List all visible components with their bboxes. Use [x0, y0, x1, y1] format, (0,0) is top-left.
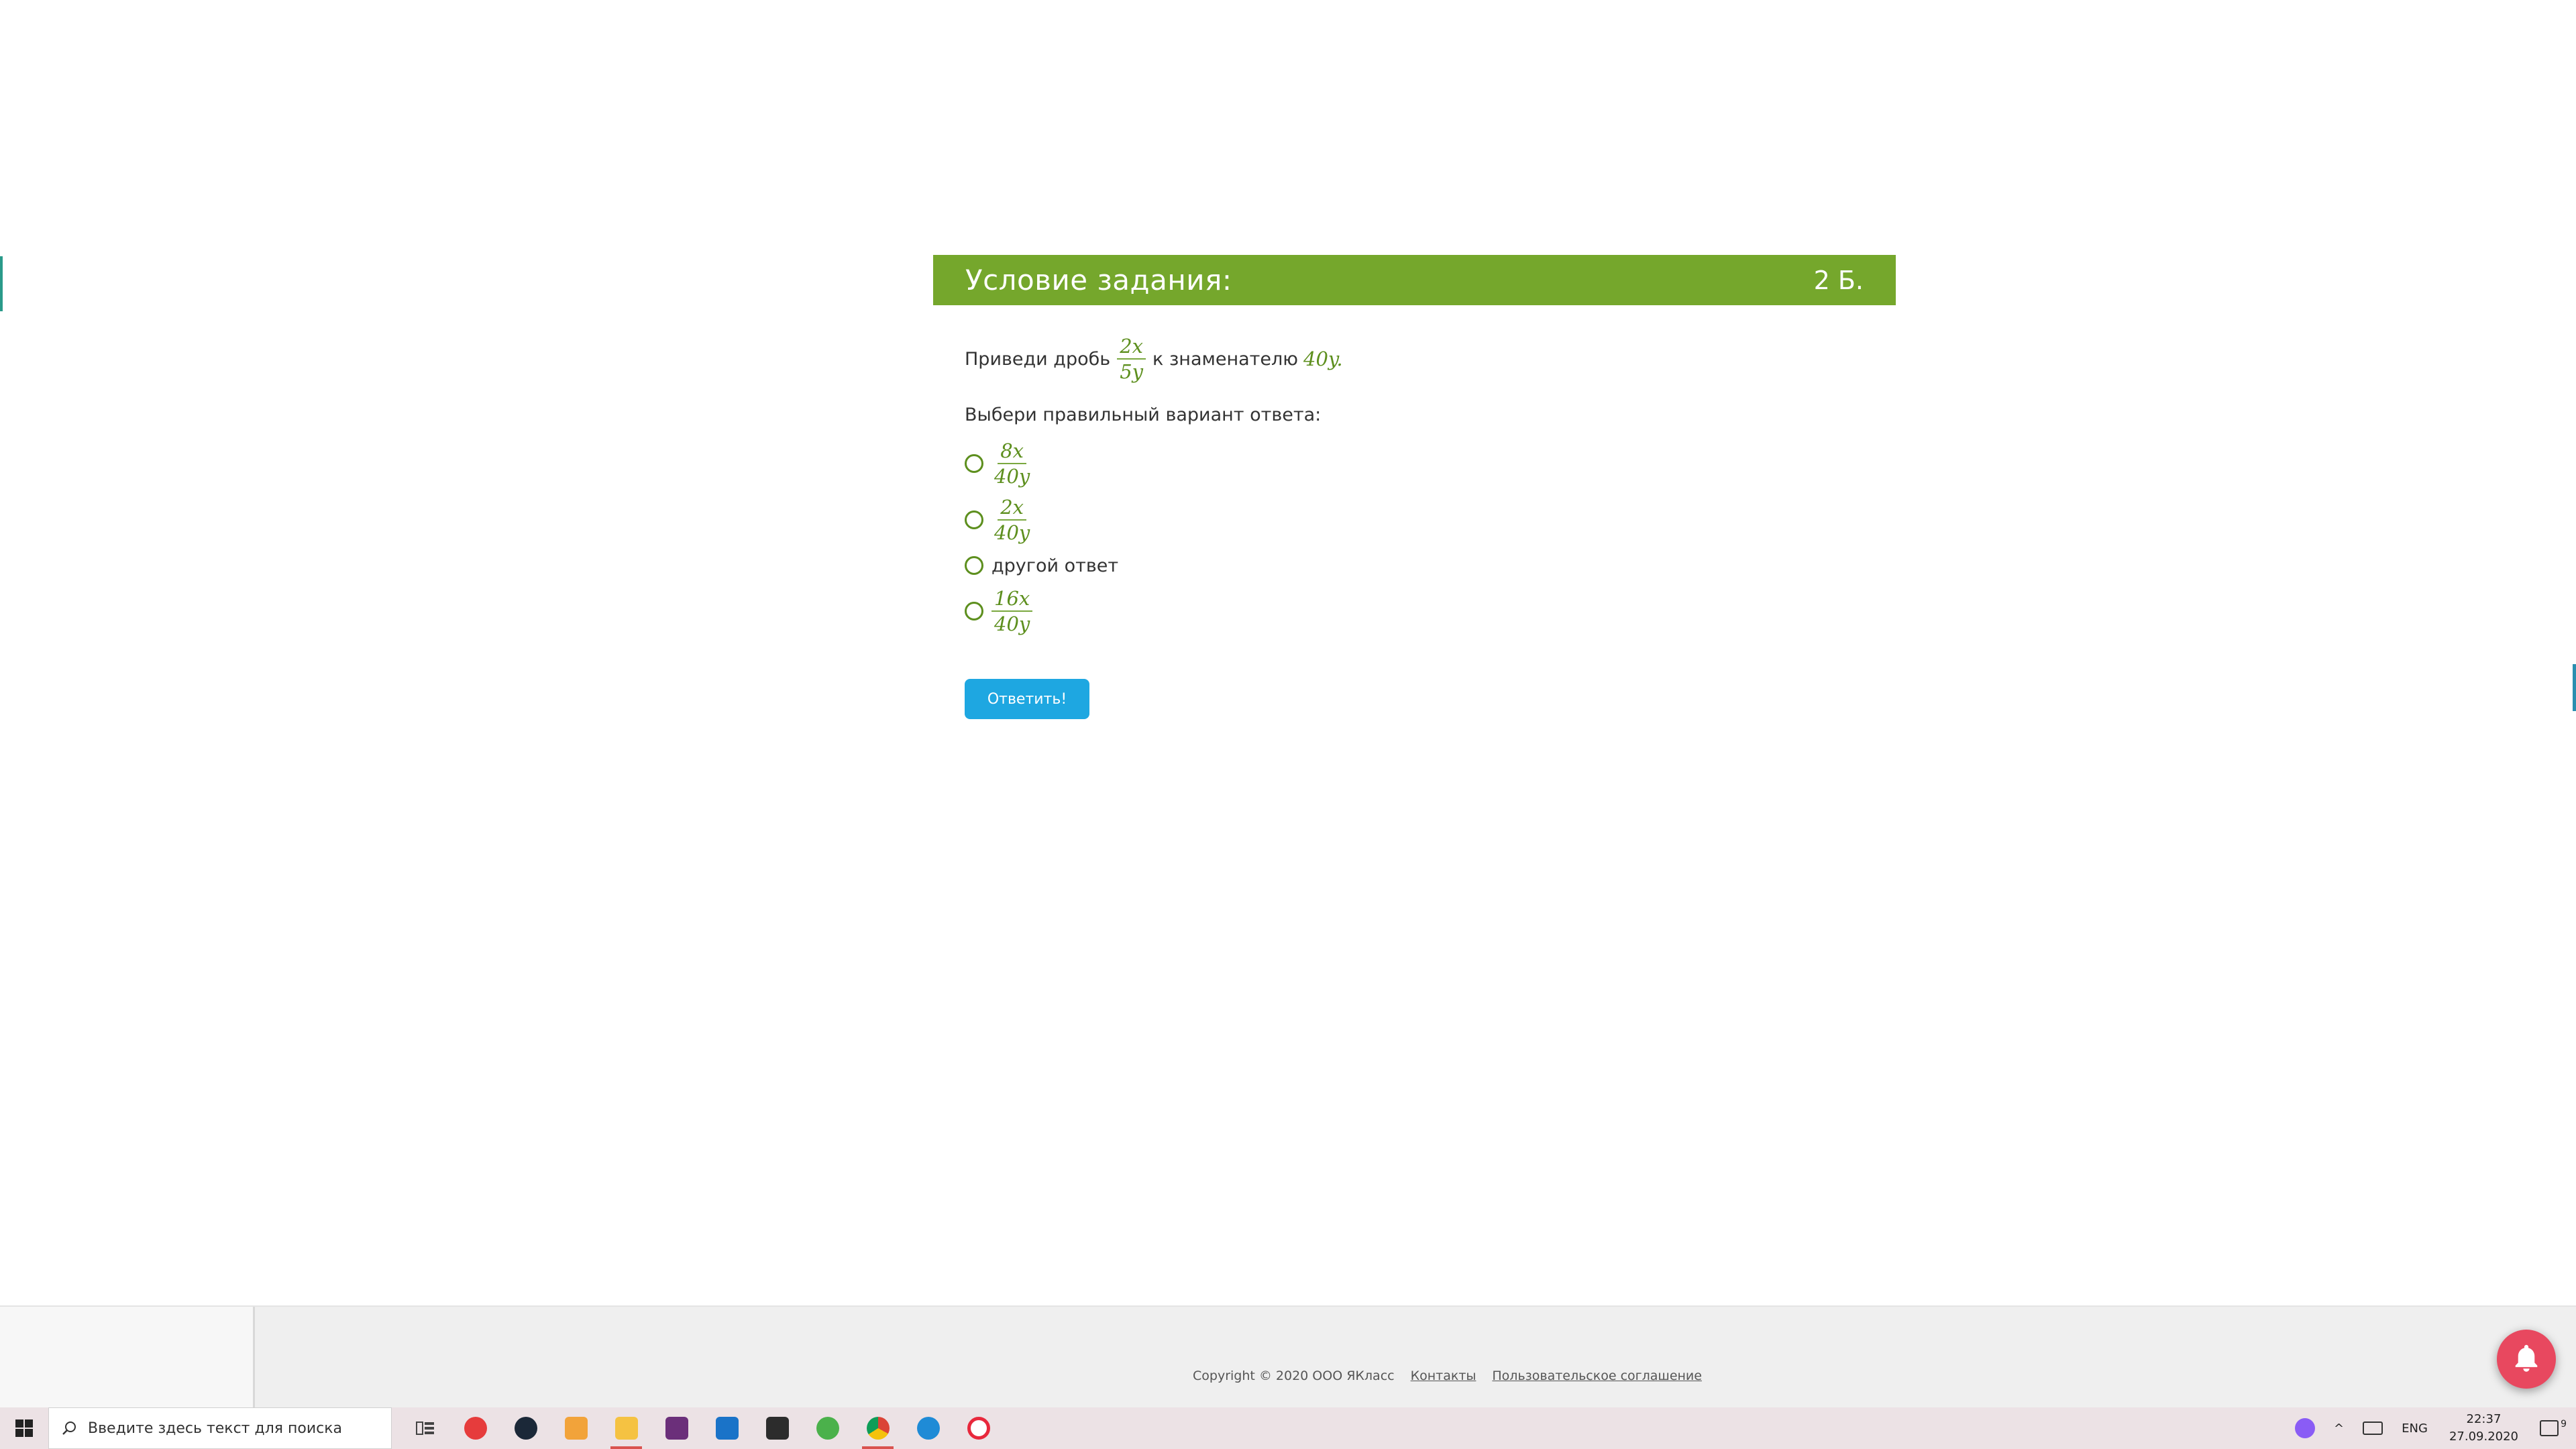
- system-tray: ^ ENG 22:37 27.09.2020 9: [2286, 1407, 2576, 1449]
- radio-button[interactable]: [965, 556, 983, 575]
- bell-icon: [2515, 1344, 2538, 1372]
- fraction-numerator: 2x: [1117, 335, 1146, 360]
- option-label: другой ответ: [991, 555, 1119, 576]
- alice-assistant-icon[interactable]: [2286, 1418, 2324, 1438]
- winrar-icon[interactable]: [651, 1407, 702, 1449]
- question-fraction: 2x 5y: [1117, 335, 1146, 383]
- windows-taskbar: Введите здесь текст для поиска ^ ENG 22:…: [0, 1407, 2576, 1449]
- option-denominator: 40y: [994, 612, 1030, 635]
- utorrent-icon[interactable]: [802, 1407, 853, 1449]
- taskbar-pinned-apps: [400, 1407, 1004, 1449]
- question-text: Приведи дробь 2x 5y к знаменателю 40y.: [965, 332, 1890, 386]
- answer-option-1[interactable]: 8x 40y: [965, 435, 1890, 492]
- clock-time: 22:37: [2466, 1412, 2502, 1426]
- task-view-icon[interactable]: [400, 1407, 450, 1449]
- answer-option-4[interactable]: 16x 40y: [965, 583, 1890, 639]
- target-denominator: 40y.: [1303, 347, 1343, 370]
- submit-answer-button[interactable]: Ответить!: [965, 679, 1089, 719]
- contacts-link[interactable]: Контакты: [1411, 1368, 1477, 1383]
- task-header: Условие задания: 2 Б.: [933, 255, 1896, 305]
- search-placeholder: Введите здесь текст для поиска: [88, 1419, 342, 1437]
- answer-option-2[interactable]: 2x 40y: [965, 492, 1890, 548]
- radio-button[interactable]: [965, 454, 983, 473]
- answer-prompt: Выбери правильный вариант ответа:: [965, 405, 1322, 425]
- option-fraction: 8x 40y: [991, 440, 1032, 488]
- input-language[interactable]: ENG: [2392, 1421, 2437, 1436]
- opera-icon[interactable]: [953, 1407, 1004, 1449]
- notifications-bell-button[interactable]: [2497, 1330, 2556, 1389]
- left-edge-accent: [0, 256, 3, 311]
- answer-option-3[interactable]: другой ответ: [965, 548, 1890, 583]
- copyright-text: Copyright © 2020 ООО ЯКласс: [1193, 1368, 1395, 1383]
- edge-icon[interactable]: [903, 1407, 953, 1449]
- question-prefix: Приведи дробь: [965, 348, 1111, 370]
- option-numerator: 16x: [991, 588, 1033, 612]
- notification-count: 9: [2561, 1419, 2567, 1430]
- radio-button[interactable]: [965, 602, 983, 621]
- media-player-icon[interactable]: [551, 1407, 601, 1449]
- footer-sidebar: [0, 1307, 255, 1407]
- clock[interactable]: 22:37 27.09.2020: [2437, 1411, 2530, 1446]
- question-middle: к знаменателю: [1152, 348, 1298, 370]
- option-denominator: 40y: [994, 465, 1030, 488]
- option-fraction: 16x 40y: [991, 588, 1033, 635]
- action-center-icon[interactable]: 9: [2530, 1419, 2576, 1436]
- task-view-glyph: [415, 1421, 434, 1435]
- option-fraction: 2x 40y: [991, 496, 1032, 544]
- right-edge-tab[interactable]: [2573, 664, 2576, 711]
- answer-options: 8x 40y 2x 40y другой ответ 16x 40y: [965, 435, 1890, 639]
- windows-logo-icon: [15, 1419, 33, 1437]
- task-title: Условие задания:: [965, 264, 1232, 297]
- yandex-browser-icon[interactable]: [450, 1407, 500, 1449]
- taskbar-search-input[interactable]: Введите здесь текст для поиска: [48, 1407, 392, 1449]
- option-numerator: 2x: [998, 496, 1027, 521]
- fraction-denominator: 5y: [1120, 360, 1144, 383]
- radio-button[interactable]: [965, 511, 983, 529]
- chrome-icon[interactable]: [853, 1407, 903, 1449]
- keyboard-icon[interactable]: [2353, 1421, 2392, 1435]
- option-denominator: 40y: [994, 521, 1030, 544]
- footer-links: Copyright © 2020 ООО ЯКласс Контакты Пол…: [1193, 1368, 1702, 1383]
- chevron-up-icon[interactable]: ^: [2324, 1421, 2353, 1436]
- file-explorer-icon[interactable]: [601, 1407, 651, 1449]
- start-button[interactable]: [0, 1407, 48, 1449]
- steam-icon[interactable]: [500, 1407, 551, 1449]
- clock-date: 27.09.2020: [2449, 1430, 2518, 1444]
- task-points: 2 Б.: [1813, 265, 1864, 295]
- task-body: Приведи дробь 2x 5y к знаменателю 40y. В…: [965, 332, 1890, 639]
- option-numerator: 8x: [998, 440, 1027, 464]
- footer: [255, 1307, 2576, 1407]
- store-icon[interactable]: [752, 1407, 802, 1449]
- user-agreement-link[interactable]: Пользовательское соглашение: [1492, 1368, 1702, 1383]
- search-icon: [62, 1421, 76, 1435]
- mail-icon[interactable]: [702, 1407, 752, 1449]
